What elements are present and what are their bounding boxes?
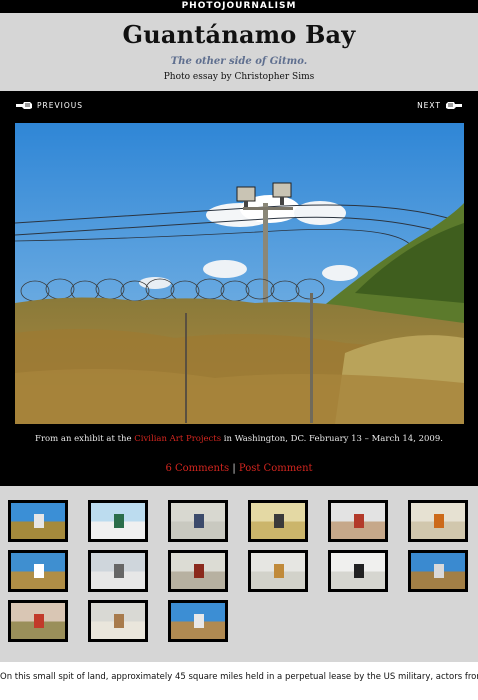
thumbnail-detail [354, 564, 364, 578]
byline: Photo essay by Christopher Sims [163, 72, 315, 82]
pointing-hand-left-icon [16, 102, 32, 109]
thumbnail-detail [114, 564, 124, 578]
section-label: PHOTOJOURNALISM [0, 0, 478, 13]
thumbnail[interactable] [88, 500, 148, 542]
post-comment-link[interactable]: Post Comment [239, 463, 313, 474]
next-button[interactable]: NEXT [417, 101, 462, 110]
page-header: Guantánamo Bay The other side of Gitmo. … [0, 13, 478, 91]
thumbnail[interactable] [8, 500, 68, 542]
thumbnail-detail [34, 514, 44, 528]
thumbnail[interactable] [328, 550, 388, 592]
page-subtitle: The other side of Gitmo. [170, 56, 308, 67]
thumbnail-detail [194, 614, 204, 628]
thumbnail[interactable] [8, 550, 68, 592]
thumbnail-detail [274, 564, 284, 578]
thumbnail[interactable] [8, 600, 68, 642]
thumbnail[interactable] [408, 550, 468, 592]
thumbnail-detail [114, 514, 124, 528]
thumbnail[interactable] [168, 500, 228, 542]
thumbnail-detail [34, 614, 44, 628]
caption-prefix: From an exhibit at the [35, 434, 135, 444]
caption-suffix: in Washington, DC. February 13 – March 1… [221, 434, 443, 444]
main-photo [15, 123, 464, 424]
thumbnail[interactable] [248, 500, 308, 542]
thumbnail-detail [194, 564, 204, 578]
pointing-hand-right-icon [446, 102, 462, 109]
thumbnail-grid [0, 486, 478, 662]
thumbnail[interactable] [408, 500, 468, 542]
thumbnail-detail [434, 514, 444, 528]
thumbnail-detail [194, 514, 204, 528]
thumbnail[interactable] [248, 550, 308, 592]
thumbnail[interactable] [168, 550, 228, 592]
thumbnail[interactable] [168, 600, 228, 642]
comments-bar: 6 Comments | Post Comment [0, 463, 478, 474]
thumbnail-detail [434, 564, 444, 578]
thumbnail[interactable] [328, 500, 388, 542]
photo-viewer: PREVIOUS NEXT From an exhibit at the Civ… [0, 91, 478, 486]
comments-link[interactable]: 6 Comments [165, 463, 229, 474]
thumbnail-detail [114, 614, 124, 628]
page-title: Guantánamo Bay [122, 20, 356, 49]
thumbnail-detail [34, 564, 44, 578]
thumbnail-detail [354, 514, 364, 528]
photo-navigation: PREVIOUS NEXT [0, 101, 478, 115]
previous-label: PREVIOUS [37, 101, 83, 110]
next-label: NEXT [417, 101, 441, 110]
thumbnail-detail [274, 514, 284, 528]
photo-caption: From an exhibit at the Civilian Art Proj… [0, 434, 478, 444]
article-body: On this small spit of land, approximatel… [0, 672, 478, 682]
thumbnail[interactable] [88, 600, 148, 642]
previous-button[interactable]: PREVIOUS [16, 101, 83, 110]
comments-separator: | [232, 463, 236, 474]
caption-link[interactable]: Civilian Art Projects [134, 434, 221, 444]
thumbnail[interactable] [88, 550, 148, 592]
